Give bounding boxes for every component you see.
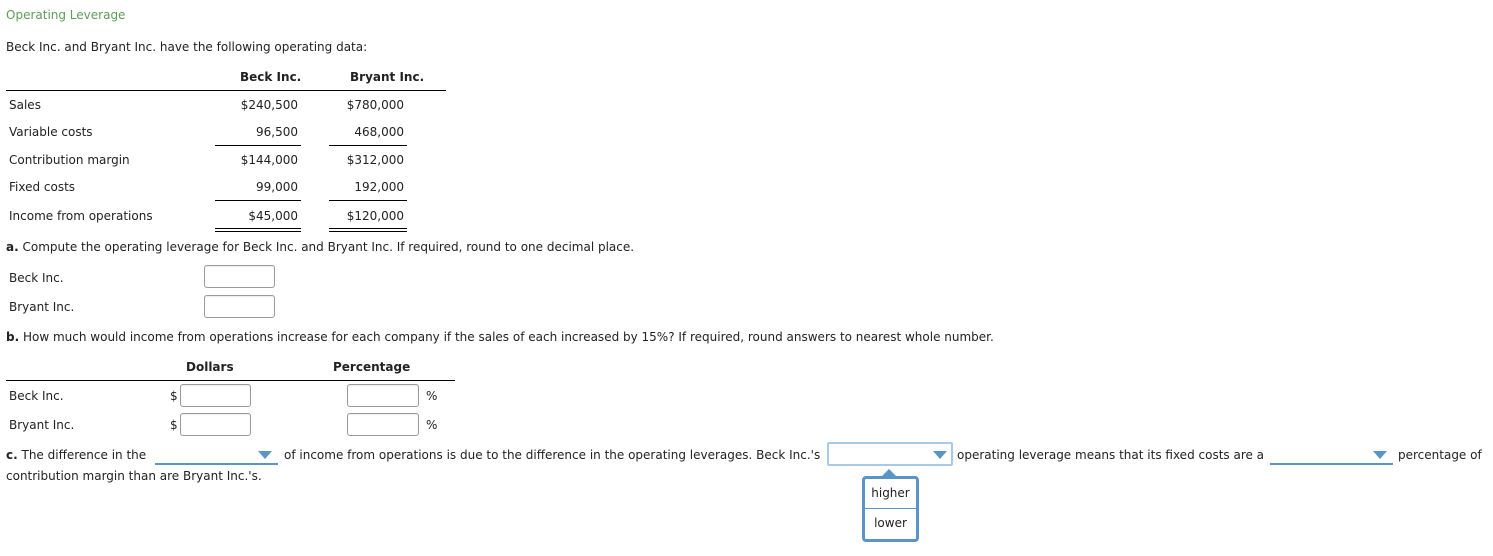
part-b-label-bryant: Bryant Inc. [9,418,75,432]
part-b-letter: b. [6,330,20,344]
popup-pointer [882,469,896,476]
dollar-sign: $ [170,418,178,432]
col-header-bryant: Bryant Inc. [350,70,425,84]
part-c-letter: c. [6,448,18,462]
option-lower[interactable]: lower [865,509,916,538]
part-c-text-1: c. The difference in the [6,448,146,462]
beck-variable-costs: 96,500 [256,125,298,139]
dropdown-fixed-cost-percentage[interactable] [1270,445,1393,465]
chevron-down-icon [258,451,272,459]
chevron-down-icon [1373,451,1387,459]
row-label-contribution-margin: Contribution margin [9,153,130,167]
part-a-label-beck: Beck Inc. [9,271,64,285]
part-c-text-5: contribution margin than are Bryant Inc.… [6,469,262,483]
row-label-fixed-costs: Fixed costs [9,180,76,194]
part-a-letter: a. [6,240,19,254]
col-header-dollars: Dollars [186,360,234,374]
subtotal-rule-bryant [329,145,407,146]
page-title: Operating Leverage [6,8,126,22]
part-b-question: b. How much would income from operations… [6,330,994,344]
beck-income-from-operations: $45,000 [248,209,298,223]
bryant-variable-costs: 468,000 [354,125,404,139]
bryant-dollars-input[interactable] [180,413,251,436]
beck-contribution-margin: $144,000 [240,153,298,167]
dropdown-beck-leverage[interactable] [827,442,953,466]
bryant-fixed-costs: 192,000 [354,180,404,194]
subtotal-rule-beck-2 [215,200,301,201]
chevron-down-icon [933,451,947,459]
dropdown-options-popup: higher lower [862,476,919,542]
col-header-percentage: Percentage [333,360,411,374]
row-label-income-from-operations: Income from operations [9,209,153,223]
part-c-text-4: percentage of [1398,448,1482,462]
header-rule [6,90,446,91]
dropdown-difference-type[interactable] [155,445,278,465]
subtotal-rule-beck [215,145,301,146]
subtotal-rule-bryant-2 [329,200,407,201]
part-a-text: Compute the operating leverage for Beck … [22,240,635,254]
part-b-label-beck: Beck Inc. [9,389,64,403]
beck-percentage-input[interactable] [347,384,419,407]
part-b-header-rule [6,380,455,381]
part-b-text: How much would income from operations in… [22,330,994,344]
percent-sign: % [426,418,438,432]
option-higher[interactable]: higher [865,479,916,508]
part-c-text-3: operating leverage means that its fixed … [957,448,1265,462]
bryant-sales: $780,000 [346,98,404,112]
total-rule-bryant [329,228,407,232]
bryant-contribution-margin: $312,000 [346,153,404,167]
total-rule-beck [215,228,301,232]
col-header-beck: Beck Inc. [240,70,302,84]
part-a-question: a. Compute the operating leverage for Be… [6,240,634,254]
bryant-percentage-input[interactable] [347,413,419,436]
bryant-income-from-operations: $120,000 [346,209,404,223]
beck-dollars-input[interactable] [180,384,251,407]
beck-sales: $240,500 [240,98,298,112]
beck-fixed-costs: 99,000 [256,180,298,194]
part-a-label-bryant: Bryant Inc. [9,300,75,314]
dollar-sign: $ [170,389,178,403]
row-label-sales: Sales [9,98,41,112]
percent-sign: % [426,389,438,403]
row-label-variable-costs: Variable costs [9,125,93,139]
page: Operating Leverage Beck Inc. and Bryant … [0,0,1493,556]
part-c-text-1-span: The difference in the [21,448,147,462]
intro-text: Beck Inc. and Bryant Inc. have the follo… [6,40,368,54]
bryant-operating-leverage-input[interactable] [204,295,275,318]
beck-operating-leverage-input[interactable] [204,265,275,288]
part-c-text-2: of income from operations is due to the … [284,448,821,462]
